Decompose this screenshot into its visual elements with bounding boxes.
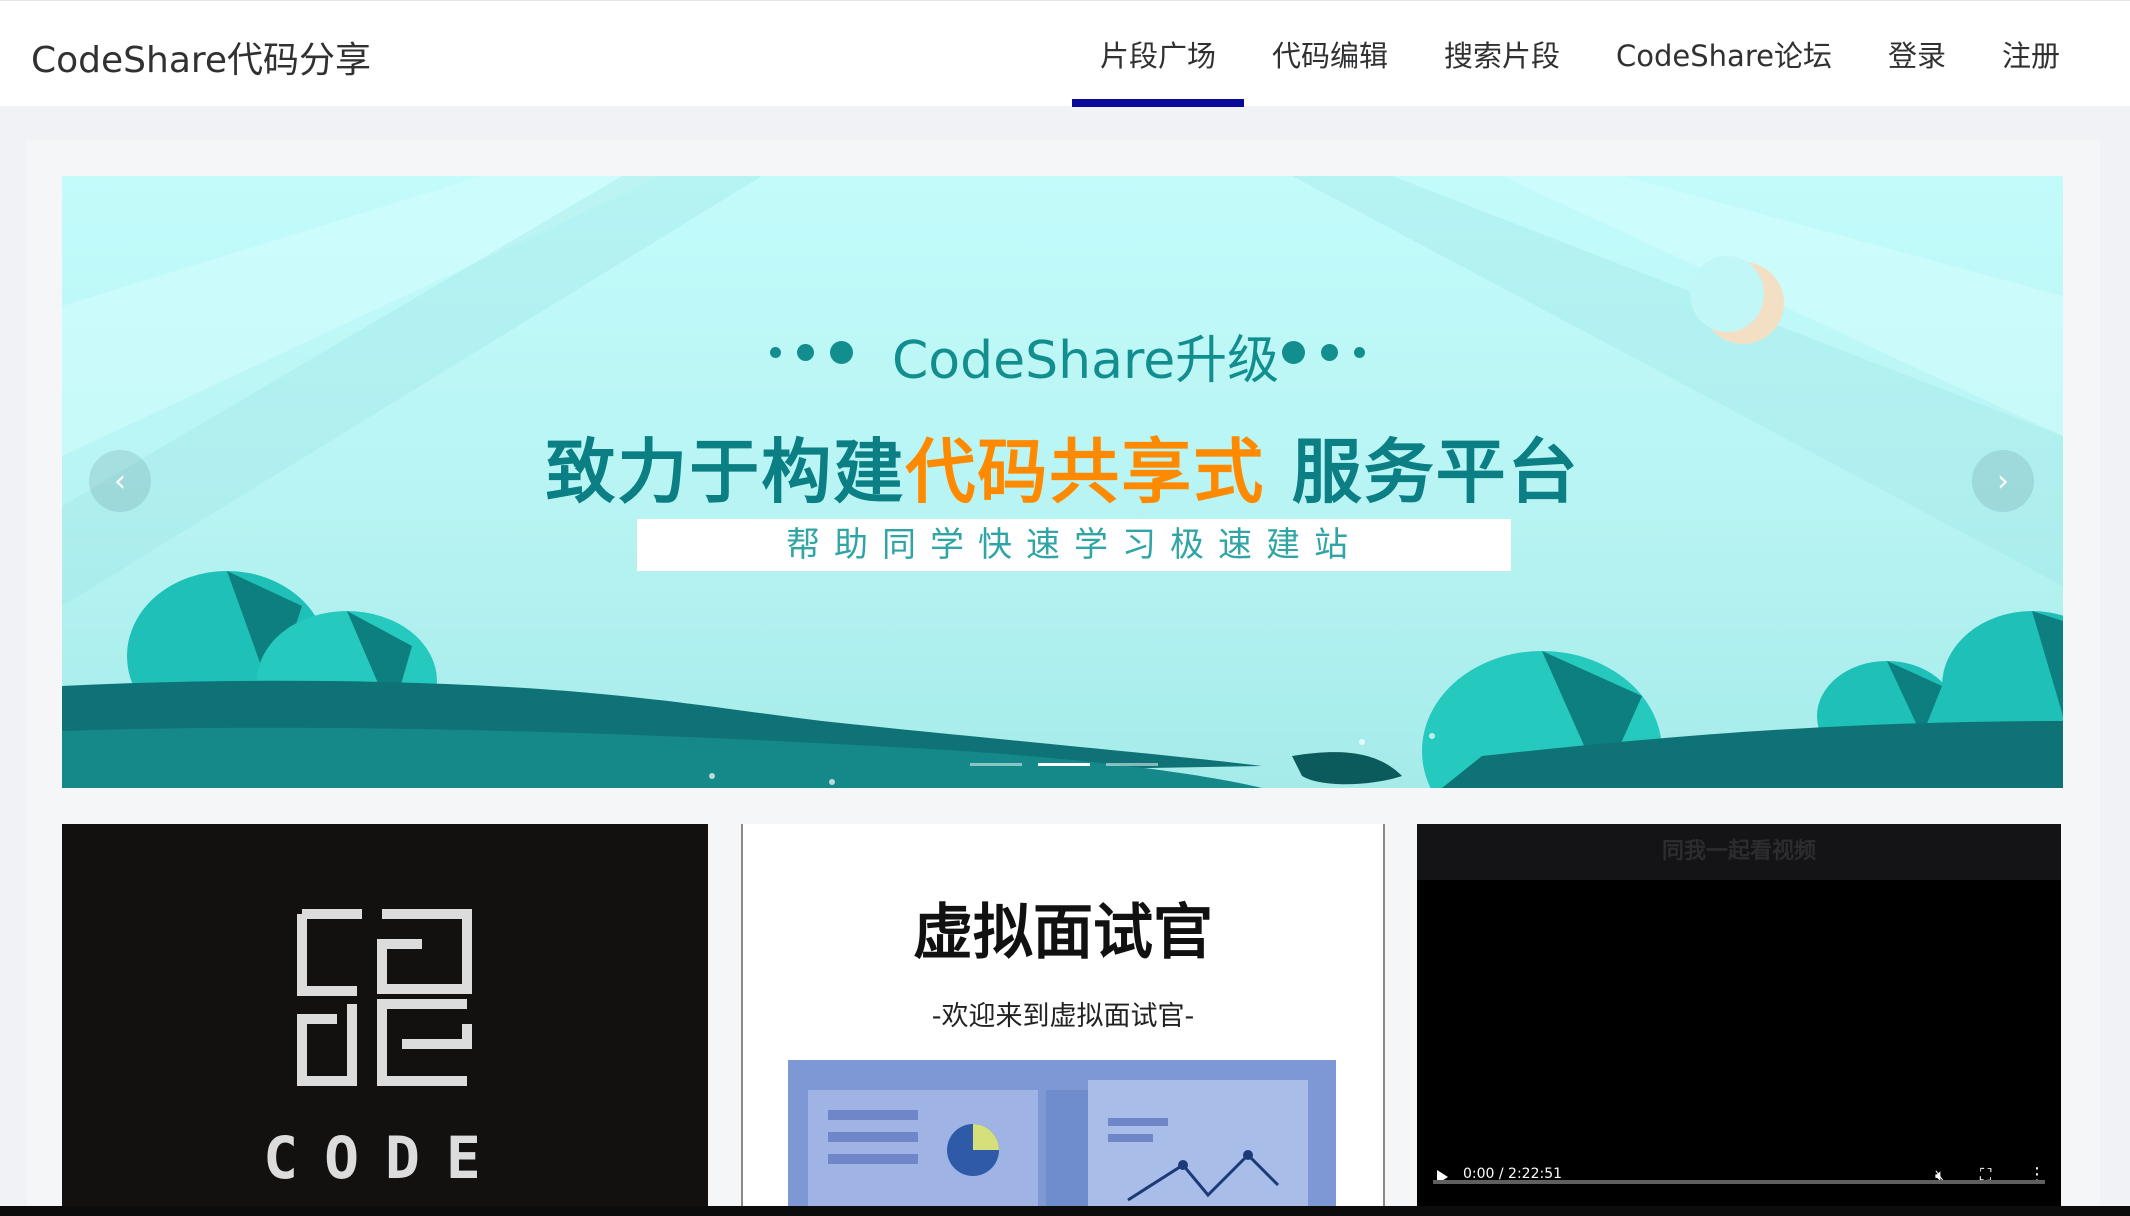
video-progress-bar[interactable] [1433,1180,2045,1184]
nav-forum[interactable]: CodeShare论坛 [1588,1,1860,107]
chevron-right-icon: › [1997,463,2009,499]
code-logo-word: CODE [263,1124,507,1192]
carousel-indicator[interactable] [1106,763,1158,766]
dashboard-illustration [788,1060,1336,1216]
banner-subtitle: 帮助同学快速学习极速建站 [786,525,1362,565]
kicker-dots-left [770,332,853,372]
carousel-next-button[interactable]: › [1972,450,2034,512]
top-navbar: CodeShare代码分享 片段广场 代码编辑 搜索片段 CodeShare论坛… [0,0,2130,107]
nav-search-snippets[interactable]: 搜索片段 [1416,1,1588,107]
nav-login[interactable]: 登录 [1860,1,1974,107]
kicker-dots-right [1282,332,1365,372]
banner-headline: 致力于构建代码共享式 服务平台 [62,416,2063,517]
card-video-player[interactable]: 同我一起看视频 0:00 / 2:22:51 🔇︎ ⛶ ⋮ [1417,824,2061,1216]
headline-part-1: 致力于构建 [545,431,906,513]
headline-part-2: 服务平台 [1291,431,1580,513]
nav-snippet-square[interactable]: 片段广场 [1071,1,1245,107]
banner-kicker: CodeShare升级 [892,331,1280,391]
chevron-left-icon: ‹ [114,463,126,499]
main-nav: 片段广场 代码编辑 搜索片段 CodeShare论坛 登录 注册 [1071,1,2088,107]
moon-shadow [1690,256,1764,332]
interviewer-title: 虚拟面试官 [913,898,1213,968]
carousel-indicator-active[interactable] [1038,763,1090,766]
card-code-logo[interactable]: CODE [62,824,708,1216]
carousel-indicator[interactable] [970,763,1022,766]
interviewer-subtitle: -欢迎来到虚拟面试官- [931,1001,1195,1032]
brand-logo[interactable]: CodeShare代码分享 [31,31,371,83]
bottom-edge [0,1206,2130,1216]
carousel-indicators [970,763,1158,766]
card-virtual-interviewer[interactable]: 虚拟面试官 -欢迎来到虚拟面试官- [741,824,1385,1216]
nav-register[interactable]: 注册 [1974,1,2088,107]
headline-highlight: 代码共享式 [905,431,1266,513]
video-title: 同我一起看视频 [1417,824,2061,880]
banner-carousel[interactable]: CodeShare升级 致力于构建代码共享式 服务平台 帮助同学快速学习极速建站… [62,176,2063,788]
carousel-prev-button[interactable]: ‹ [89,450,151,512]
nav-code-editor[interactable]: 代码编辑 [1244,1,1416,107]
